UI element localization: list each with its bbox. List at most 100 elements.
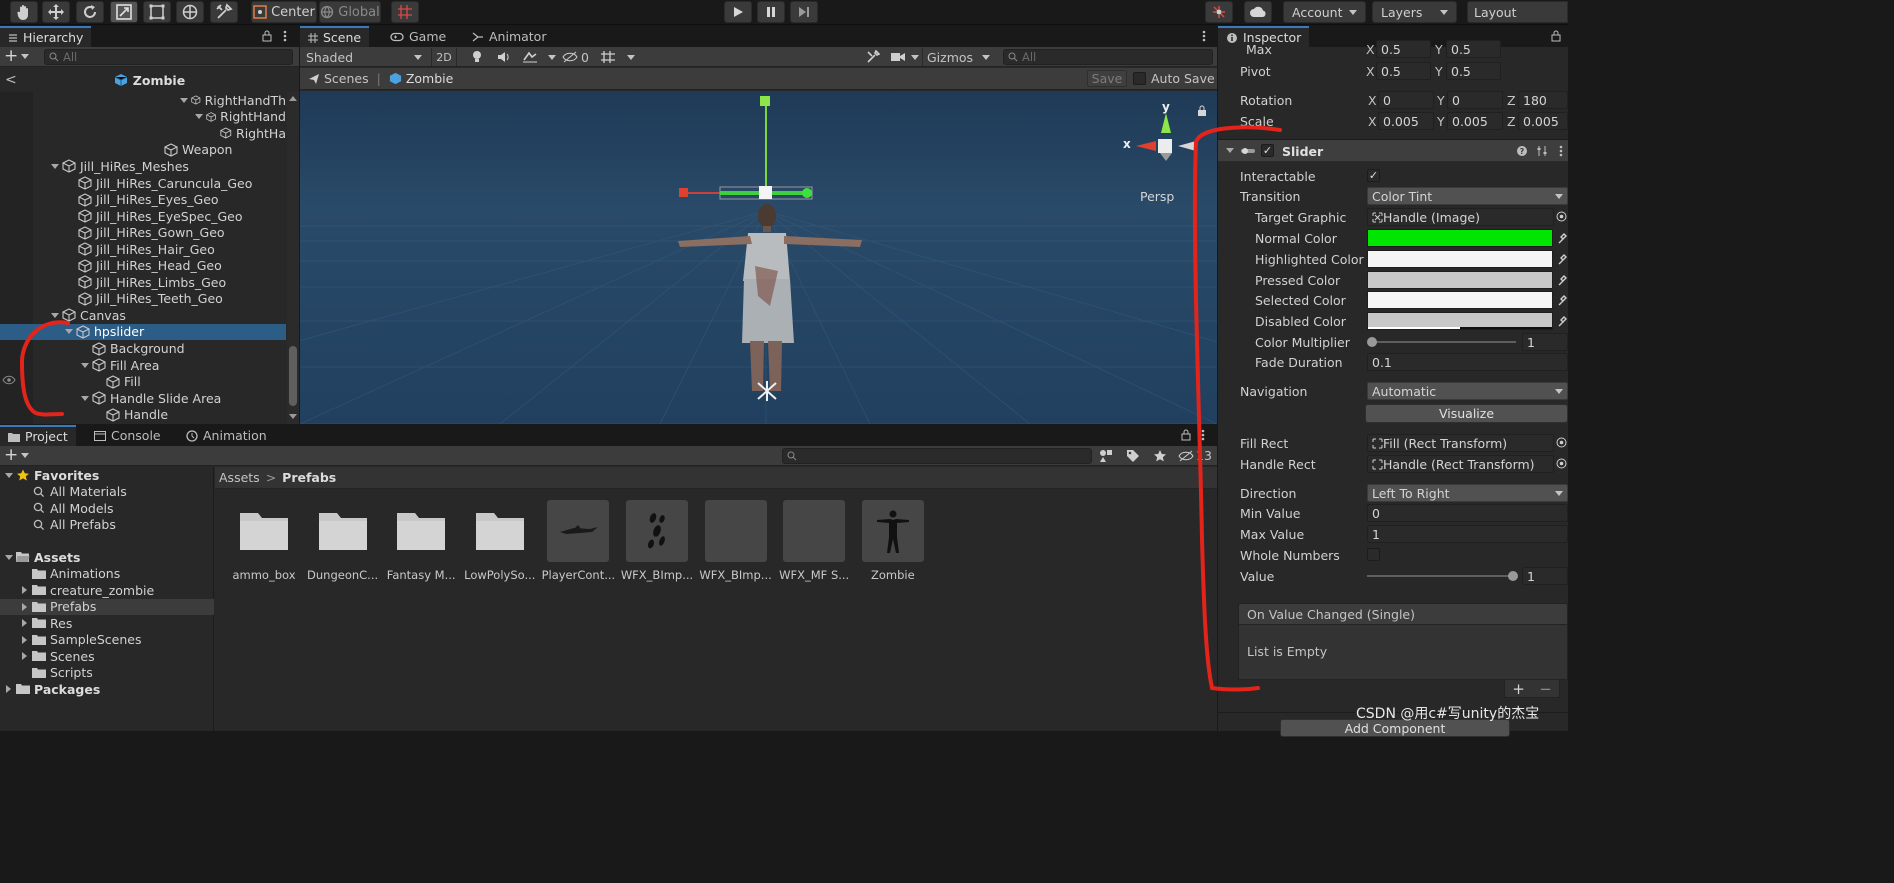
fold-closed-icon[interactable] — [20, 635, 29, 644]
object-picker-icon[interactable] — [1556, 437, 1567, 448]
asset-item[interactable]: Fantasy M... — [383, 500, 459, 582]
scroll-down-icon[interactable] — [289, 414, 297, 419]
pressed-color-swatch[interactable] — [1367, 271, 1553, 289]
eyedropper-icon[interactable] — [1558, 253, 1568, 265]
fold-open-icon[interactable] — [80, 394, 89, 403]
disabled-color-swatch[interactable] — [1367, 312, 1553, 330]
scale-z-field[interactable]: 0.005 — [1518, 112, 1568, 130]
project-tree-item[interactable]: Packages — [0, 681, 214, 697]
whole-numbers-checkbox[interactable] — [1367, 548, 1380, 561]
visualize-button[interactable]: Visualize — [1365, 404, 1568, 423]
toggle-2d-button[interactable]: 2D — [431, 48, 457, 66]
project-tree-item[interactable]: Prefabs — [0, 598, 214, 615]
back-arrow-icon[interactable]: < — [5, 72, 17, 88]
breadcrumb-item[interactable]: Zombie — [406, 71, 454, 86]
create-button[interactable]: + — [4, 48, 30, 65]
move-tool-button[interactable] — [42, 1, 70, 23]
hierarchy-item[interactable]: Jill_HiRes_Caruncula_Geo — [0, 175, 286, 192]
selected-color-swatch[interactable] — [1367, 291, 1553, 309]
fold-open-icon[interactable] — [4, 553, 13, 562]
asset-item[interactable]: Zombie — [855, 500, 931, 582]
pivot-y-field[interactable]: 0.5 — [1446, 62, 1501, 80]
kebab-menu-icon[interactable] — [1202, 30, 1206, 42]
target-graphic-field[interactable]: Handle (Image) — [1367, 208, 1554, 226]
color-multiplier-field[interactable]: 1 — [1522, 333, 1568, 351]
interactable-checkbox[interactable]: ✓ — [1367, 169, 1380, 182]
fold-open-icon[interactable] — [4, 471, 13, 480]
project-tree-item[interactable]: Res — [0, 615, 214, 631]
hierarchy-search-input[interactable]: All — [44, 49, 293, 65]
layers-dropdown[interactable]: Layers — [1372, 1, 1457, 23]
step-button[interactable] — [790, 1, 818, 23]
fold-open-icon[interactable] — [50, 311, 59, 320]
tab-animation[interactable]: Animation — [178, 425, 275, 446]
scroll-up-icon[interactable] — [289, 96, 297, 101]
hierarchy-item[interactable]: Fill — [0, 373, 286, 390]
cloud-button[interactable] — [1244, 1, 1272, 23]
asset-item[interactable]: WFX_BImp... — [698, 500, 774, 582]
kebab-menu-icon[interactable] — [1201, 429, 1205, 441]
fold-open-icon[interactable] — [50, 162, 59, 171]
grid-snap-button[interactable] — [391, 1, 419, 23]
layout-dropdown[interactable]: Layout — [1467, 1, 1568, 23]
slider-component-header[interactable]: ✓ Slider ? — [1218, 139, 1568, 162]
transform-tool-button[interactable] — [176, 1, 204, 23]
hierarchy-item[interactable]: Jill_HiRes_Limbs_Geo — [0, 274, 286, 291]
custom-tool-button[interactable] — [210, 1, 238, 23]
asset-item[interactable]: DungeonC... — [305, 500, 381, 582]
grid-toggle-icon[interactable] — [600, 50, 616, 64]
project-tree-item[interactable]: All Models — [0, 500, 214, 516]
project-search-input[interactable] — [782, 448, 1092, 464]
value-field[interactable]: 1 — [1522, 567, 1568, 585]
play-button[interactable] — [724, 1, 752, 23]
scale-tool-button[interactable] — [110, 1, 138, 23]
navigation-dropdown[interactable]: Automatic — [1367, 382, 1568, 400]
max-y-field[interactable]: 0.5 — [1446, 40, 1501, 58]
rotate-tool-button[interactable] — [76, 1, 104, 23]
project-tree-item[interactable]: Assets — [0, 549, 214, 565]
path-root[interactable]: Assets — [219, 470, 260, 485]
effects-icon[interactable] — [522, 50, 538, 64]
shading-dropdown[interactable]: Shaded — [302, 48, 426, 66]
hierarchy-item[interactable]: Jill_HiRes_Eyes_Geo — [0, 191, 286, 208]
tools-icon[interactable] — [866, 50, 880, 64]
fold-closed-icon[interactable] — [20, 586, 29, 595]
scale-y-field[interactable]: 0.005 — [1447, 112, 1503, 130]
eyedropper-icon[interactable] — [1558, 294, 1568, 306]
hierarchy-item[interactable]: Jill_HiRes_Hair_Geo — [0, 241, 286, 258]
collab-button[interactable] — [1205, 1, 1233, 23]
asset-item[interactable]: WFX_BImp... — [619, 500, 695, 582]
remove-event-icon[interactable]: − — [1539, 680, 1552, 698]
pivot-x-field[interactable]: 0.5 — [1376, 62, 1431, 80]
add-event-icon[interactable]: + — [1512, 680, 1525, 698]
create-asset-button[interactable]: + — [4, 447, 30, 464]
hierarchy-item[interactable]: Jill_HiRes_Gown_Geo — [0, 224, 286, 241]
camera-icon[interactable] — [890, 51, 906, 63]
help-icon[interactable]: ? — [1516, 145, 1528, 157]
tab-scene[interactable]: Scene — [300, 26, 370, 47]
hand-tool-button[interactable] — [10, 1, 38, 23]
rotation-z-field[interactable]: 180 — [1518, 91, 1568, 109]
path-current[interactable]: Prefabs — [282, 470, 336, 485]
visibility-eye-icon[interactable] — [2, 375, 16, 385]
rotation-y-field[interactable]: 0 — [1447, 91, 1503, 109]
fold-open-icon[interactable] — [80, 361, 89, 370]
hierarchy-item[interactable]: Jill_HiRes_Teeth_Geo — [0, 291, 286, 308]
project-tree-item[interactable]: Scripts — [0, 664, 214, 680]
rect-tool-button[interactable] — [143, 1, 171, 23]
lighting-bulb-icon[interactable] — [471, 50, 483, 64]
eyedropper-icon[interactable] — [1558, 274, 1568, 286]
hidden-packages-toggle[interactable]: 13 — [1178, 448, 1212, 463]
preset-sliders-icon[interactable] — [1536, 145, 1548, 157]
global-space-toggle[interactable]: Global — [319, 1, 381, 23]
hierarchy-item[interactable]: Handle — [0, 406, 286, 423]
project-tree-item[interactable]: Favorites — [0, 467, 214, 483]
chevron-down-icon[interactable] — [911, 55, 919, 60]
audio-speaker-icon[interactable] — [497, 50, 511, 64]
hierarchy-item[interactable]: RightHand — [0, 109, 286, 126]
asset-item[interactable]: PlayerCont... — [540, 500, 616, 582]
lock-icon[interactable] — [262, 30, 272, 42]
tab-animator[interactable]: Animator — [464, 26, 554, 47]
perspective-label[interactable]: Persp — [1140, 189, 1174, 204]
breadcrumb[interactable]: Scenes | Zombie — [308, 71, 453, 86]
